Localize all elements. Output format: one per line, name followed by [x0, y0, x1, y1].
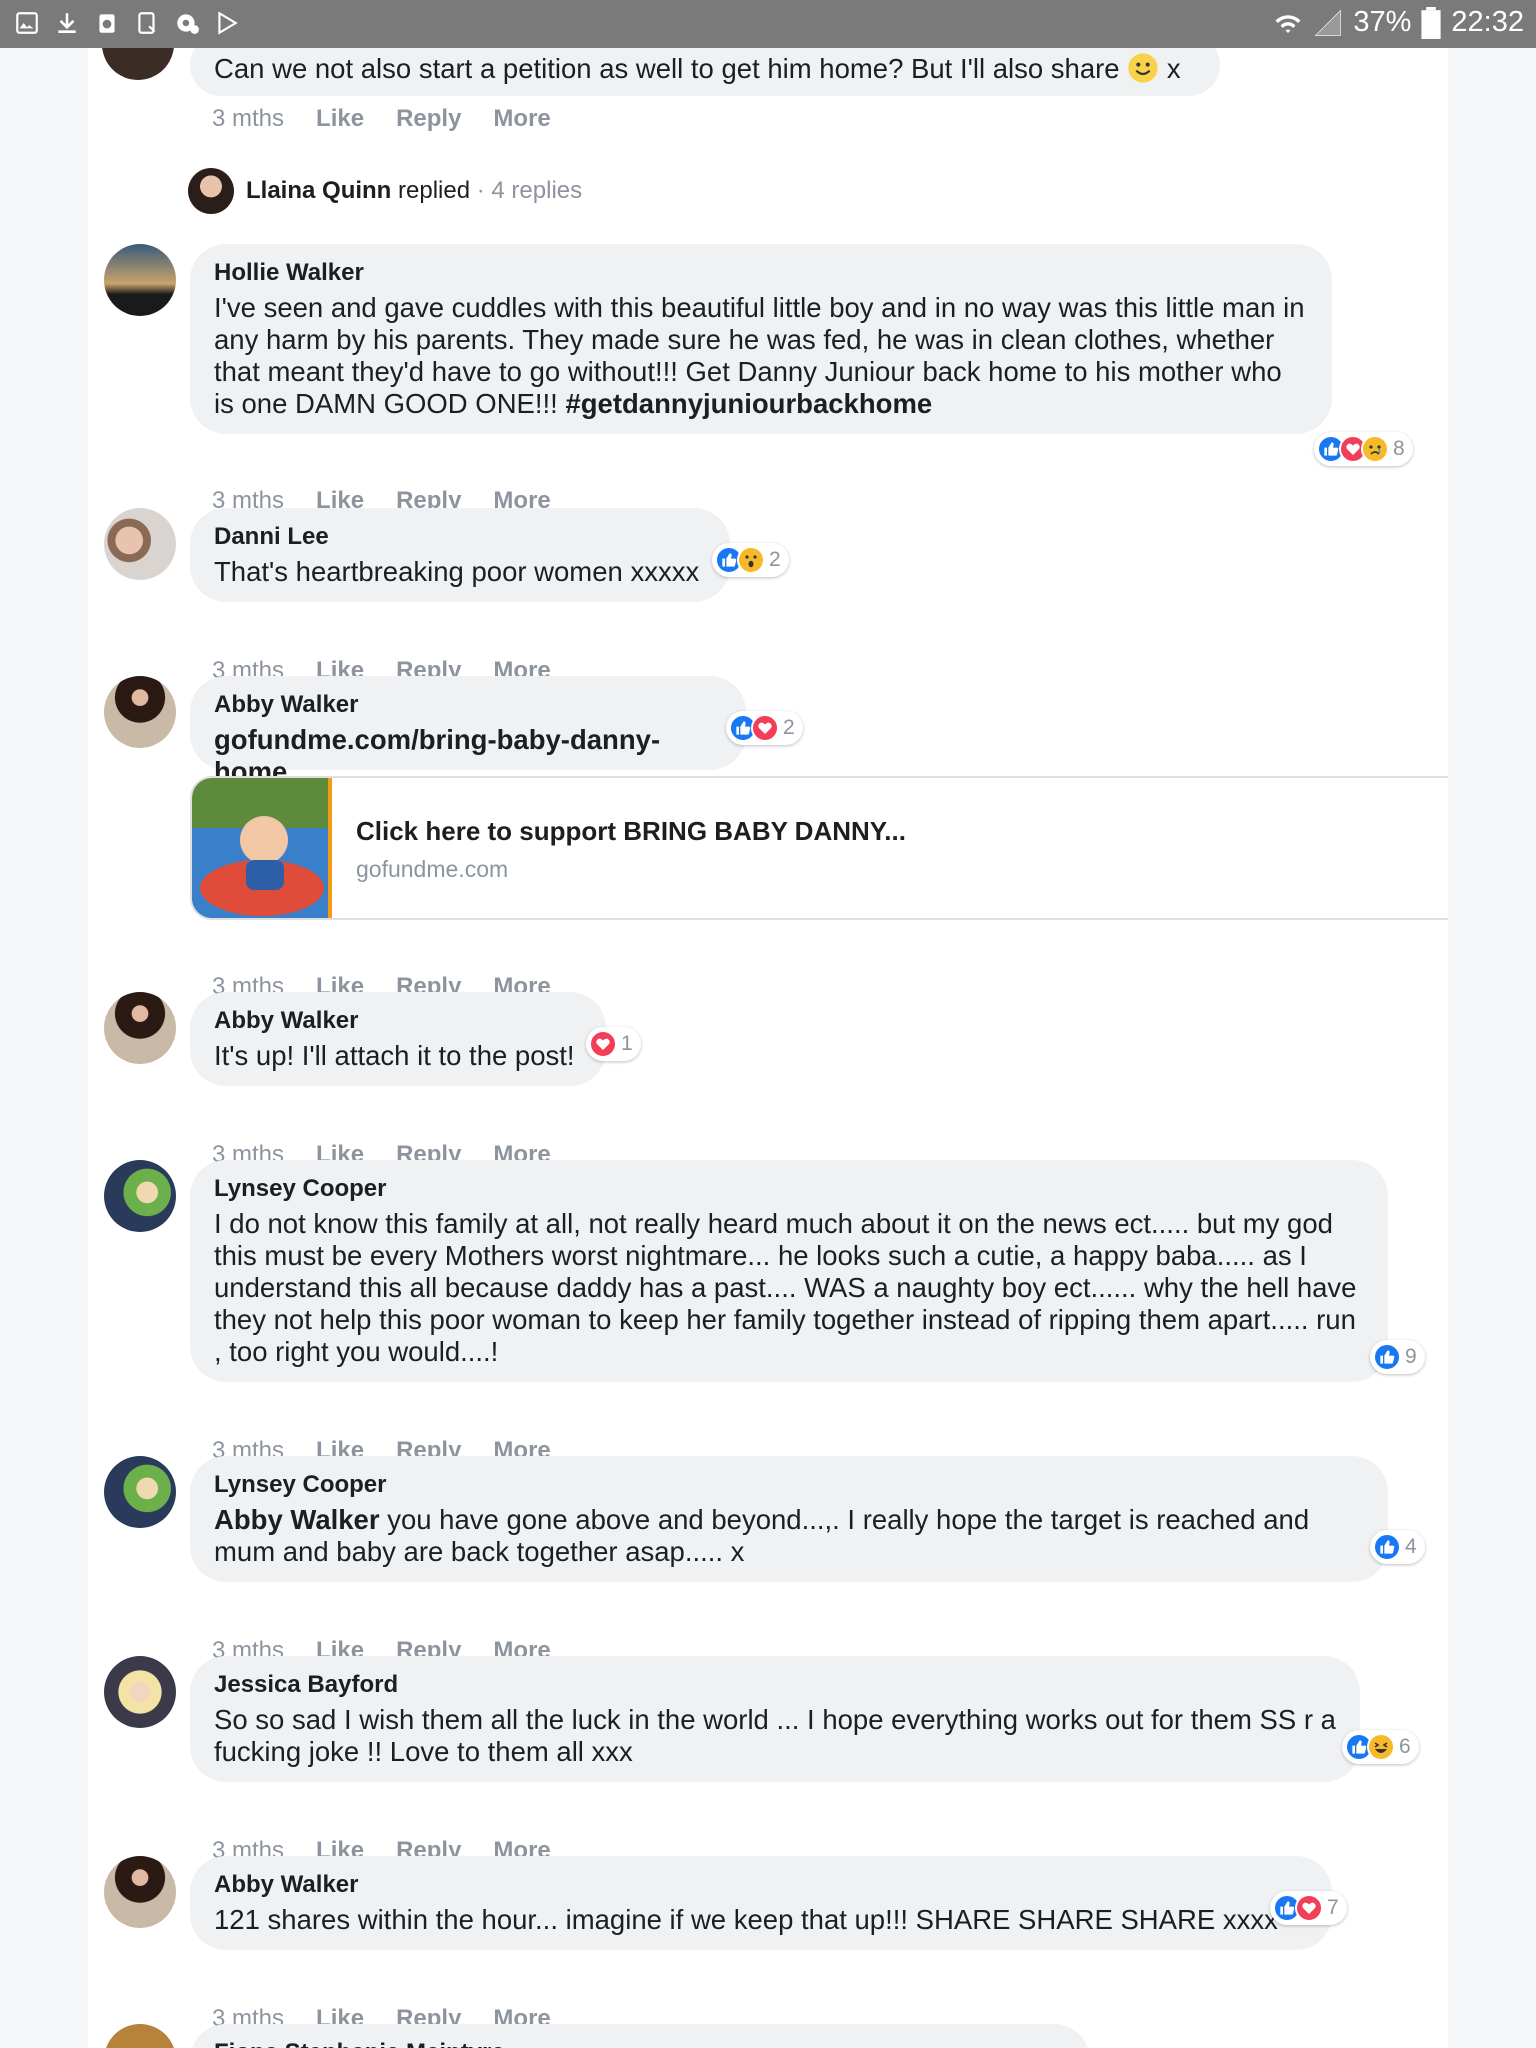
- comment-bubble[interactable]: Abby Walker It's up! I'll attach it to t…: [190, 992, 606, 1086]
- mention-link[interactable]: Abby Walker: [214, 1504, 380, 1535]
- reaction-count: 1: [621, 1032, 633, 1055]
- love-reaction-icon: [1295, 1894, 1323, 1922]
- comment-author[interactable]: Lynsey Cooper: [214, 1470, 1364, 1500]
- smiley-emoji-icon: [1128, 53, 1158, 83]
- tablet-icon: [138, 12, 156, 34]
- comment-bubble[interactable]: Jessica Bayford So so sad I wish them al…: [190, 1656, 1360, 1782]
- clock: 22:32: [1451, 6, 1524, 38]
- comment-author[interactable]: Fiona Stephanie Mcintyre: [214, 2038, 1066, 2048]
- link-preview-domain: gofundme.com: [356, 856, 509, 882]
- link-preview-thumbnail: [192, 778, 332, 918]
- signal-icon: [1315, 9, 1342, 36]
- reaction-count: 2: [769, 548, 781, 571]
- status-bar-notification-icons: [14, 10, 240, 36]
- hashtag-link[interactable]: #getdannyjuniourbackhome: [565, 388, 932, 419]
- play-store-icon: [218, 11, 238, 35]
- comment-text: 121 shares within the hour... imagine if…: [214, 1904, 1278, 1935]
- comment-text: Can we not also start a petition as well…: [214, 53, 1120, 84]
- reactions-summary[interactable]: 8: [1314, 432, 1413, 466]
- replied-label: replied: [398, 177, 471, 204]
- comment-bubble[interactable]: Danni Lee That's heartbreaking poor wome…: [190, 508, 730, 602]
- replier-name: Llaina Quinn: [246, 177, 392, 204]
- battery-percent: 37%: [1353, 6, 1412, 38]
- comment-bubble[interactable]: Abby Walker 121 shares within the hour..…: [190, 1856, 1332, 1950]
- haha-reaction-icon: [1367, 1733, 1395, 1761]
- avatar[interactable]: [104, 1656, 176, 1728]
- battery-icon: [1421, 6, 1442, 39]
- comment-bubble[interactable]: Can we not also start a petition as well…: [190, 48, 1220, 96]
- reactions-summary[interactable]: 2: [712, 543, 789, 577]
- replies-count: 4 replies: [491, 177, 583, 204]
- reactions-summary[interactable]: 7: [1270, 1891, 1347, 1925]
- comment-author[interactable]: Abby Walker: [214, 690, 722, 720]
- comment-suffix: x: [1166, 53, 1181, 84]
- avatar[interactable]: [104, 244, 176, 316]
- reaction-count: 7: [1327, 1896, 1339, 1919]
- avatar: [188, 168, 234, 214]
- reaction-count: 2: [783, 716, 795, 739]
- comment-author[interactable]: Hollie Walker: [214, 258, 1308, 288]
- gallery-icon: [16, 12, 38, 34]
- comment-author[interactable]: Abby Walker: [214, 1006, 582, 1036]
- status-bar-system: 37% 22:32: [1273, 6, 1524, 39]
- avatar[interactable]: [104, 992, 176, 1064]
- comment-author[interactable]: Jessica Bayford: [214, 1670, 1336, 1700]
- like-button[interactable]: Like: [316, 105, 364, 133]
- download-icon: [58, 13, 76, 33]
- comment-bubble[interactable]: Lynsey Cooper Abby Walker you have gone …: [190, 1456, 1388, 1582]
- love-reaction-icon: [589, 1030, 617, 1058]
- comment-bubble[interactable]: Fiona Stephanie Mcintyre: [190, 2024, 1090, 2048]
- like-reaction-icon: [1373, 1343, 1401, 1371]
- wow-reaction-icon: [737, 546, 765, 574]
- reactions-summary[interactable]: 6: [1342, 1730, 1419, 1764]
- comment-author[interactable]: Danni Lee: [214, 522, 706, 552]
- comment-bubble[interactable]: Abby Walker gofundme.com/bring-baby-dann…: [190, 676, 746, 787]
- recycle-icon: [99, 14, 115, 33]
- comment-text: It's up! I'll attach it to the post!: [214, 1040, 575, 1071]
- comment-author[interactable]: Lynsey Cooper: [214, 1174, 1364, 1204]
- avatar[interactable]: [104, 1160, 176, 1232]
- comment-text: That's heartbreaking poor women xxxxx: [214, 556, 700, 587]
- link-preview-card[interactable]: Click here to support BRING BABY DANNY..…: [190, 776, 1448, 920]
- comment-author[interactable]: Abby Walker: [214, 1870, 1308, 1900]
- reply-button[interactable]: Reply: [396, 105, 461, 133]
- reaction-count: 6: [1399, 1735, 1411, 1758]
- reactions-summary[interactable]: 2: [726, 711, 803, 745]
- reactions-summary[interactable]: 1: [586, 1027, 641, 1061]
- sad-reaction-icon: [1361, 435, 1389, 463]
- love-reaction-icon: [751, 714, 779, 742]
- comment-bubble[interactable]: Lynsey Cooper I do not know this family …: [190, 1160, 1388, 1382]
- avatar[interactable]: [104, 508, 176, 580]
- reaction-count: 9: [1405, 1345, 1417, 1368]
- avatar[interactable]: [104, 1856, 176, 1928]
- more-button[interactable]: More: [493, 105, 550, 133]
- avatar[interactable]: [104, 676, 176, 748]
- wifi-icon: [1275, 14, 1301, 33]
- avatar[interactable]: [104, 2024, 176, 2048]
- reactions-summary[interactable]: 9: [1370, 1340, 1425, 1374]
- comment-time: 3 mths: [212, 105, 285, 132]
- avatar[interactable]: [104, 1456, 176, 1528]
- status-bar: 37% 22:32: [0, 0, 1536, 48]
- reaction-count: 8: [1393, 437, 1405, 460]
- settings-icon: [177, 14, 199, 34]
- reaction-count: 4: [1405, 1535, 1417, 1558]
- like-reaction-icon: [1373, 1533, 1401, 1561]
- avatar[interactable]: [102, 48, 174, 80]
- comment-actions: 3 mths Like Reply More: [212, 105, 551, 133]
- view-replies-link[interactable]: Llaina Quinn replied · 4 replies: [188, 168, 582, 214]
- comments-panel: Can we not also start a petition as well…: [88, 48, 1448, 2048]
- comment-text: So so sad I wish them all the luck in th…: [214, 1704, 1336, 1767]
- link-preview-title[interactable]: Click here to support BRING BABY DANNY..…: [356, 816, 906, 847]
- comment-bubble[interactable]: Hollie Walker I've seen and gave cuddles…: [190, 244, 1332, 434]
- comment-text: I do not know this family at all, not re…: [214, 1208, 1357, 1367]
- reactions-summary[interactable]: 4: [1370, 1530, 1425, 1564]
